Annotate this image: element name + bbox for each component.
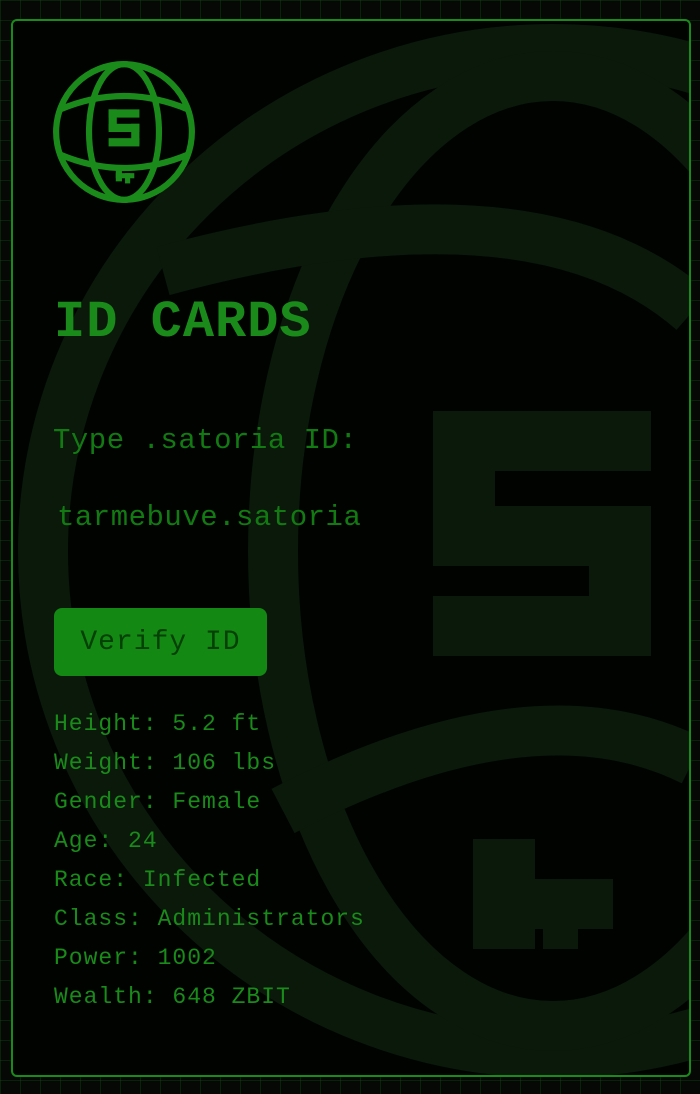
stat-age: Age: 24: [54, 828, 158, 854]
globe-logo-icon: [53, 61, 195, 203]
stat-race: Race: Infected: [54, 867, 262, 893]
stat-weight: Weight: 106 lbs: [54, 750, 277, 776]
stat-wealth: Wealth: 648 ZBIT: [54, 984, 291, 1010]
stat-gender: Gender: Female: [54, 789, 262, 815]
satoria-id-input[interactable]: [54, 493, 420, 541]
stats-list: Height: 5.2 ft Weight: 106 lbs Gender: F…: [54, 705, 365, 1017]
stat-class: Class: Administrators: [54, 906, 365, 932]
stat-power: Power: 1002: [54, 945, 217, 971]
stat-height: Height: 5.2 ft: [54, 711, 262, 737]
id-prompt-label: Type .satoria ID:: [53, 424, 358, 457]
verify-id-button[interactable]: Verify ID: [54, 608, 267, 676]
page-title: ID CARDS: [54, 293, 312, 352]
id-card-panel: ID CARDS Type .satoria ID: Verify ID Hei…: [11, 19, 691, 1077]
